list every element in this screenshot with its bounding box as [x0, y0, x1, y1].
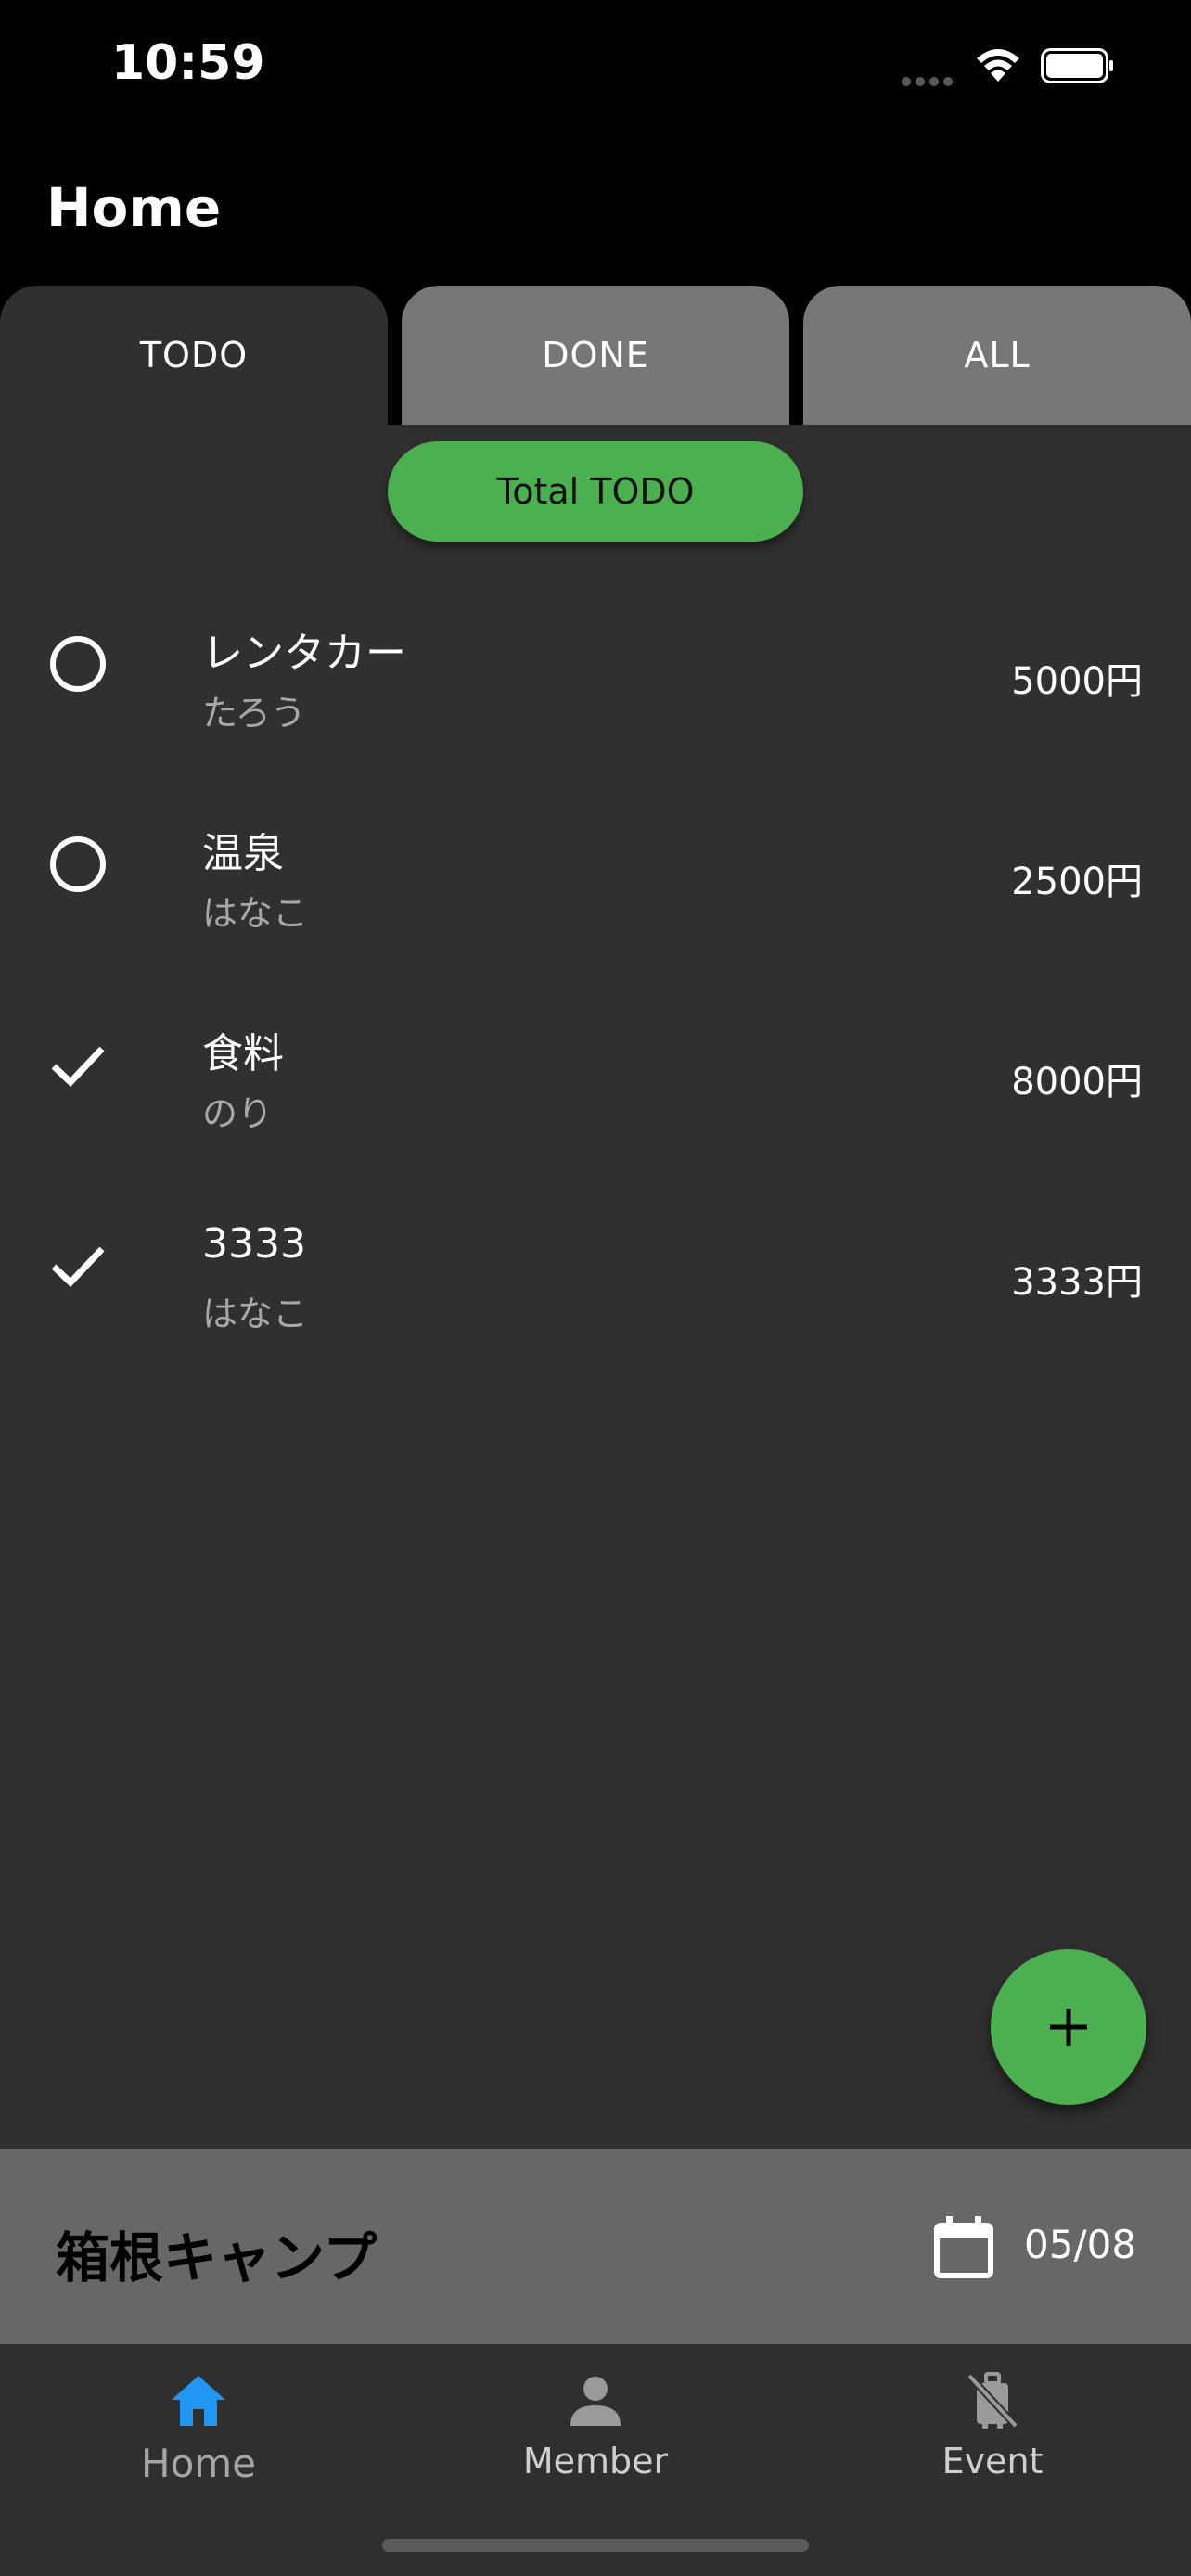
signal-icon: [902, 72, 957, 90]
list-item[interactable]: レンタカー たろう 5000円: [0, 584, 1191, 784]
nav-label: Member: [522, 2441, 669, 2481]
total-todo-button[interactable]: Total TODO: [388, 441, 803, 542]
list-item[interactable]: 3333 はなこ 3333円: [0, 1185, 1191, 1385]
circle-icon[interactable]: [48, 634, 108, 694]
calendar-icon[interactable]: [931, 2214, 996, 2279]
item-member: のり: [202, 1093, 274, 1134]
nav-event[interactable]: Event: [853, 2370, 1132, 2500]
wifi-icon: [977, 49, 1019, 82]
item-amount: 3333円: [1011, 1261, 1143, 1304]
tab-todo[interactable]: TODO: [0, 286, 388, 425]
list-item[interactable]: 温泉 はなこ 2500円: [0, 784, 1191, 985]
nav-label: Home: [140, 2441, 257, 2486]
tab-bar: TODO DONE ALL: [0, 286, 1191, 425]
event-date: 05/08: [1024, 2222, 1137, 2267]
item-title: 食料: [202, 1030, 284, 1078]
add-item-button[interactable]: [991, 1949, 1146, 2105]
item-member: たろう: [202, 693, 306, 733]
check-icon[interactable]: [48, 1235, 108, 1294]
list-item[interactable]: 食料 のり 8000円: [0, 985, 1191, 1185]
event-bar[interactable]: 箱根キャンプ 05/08: [0, 2149, 1191, 2344]
nav-home[interactable]: Home: [59, 2370, 338, 2500]
status-bar: 10:59: [0, 0, 1191, 130]
home-indicator[interactable]: [382, 2539, 809, 2552]
item-title: 温泉: [202, 830, 284, 877]
check-icon[interactable]: [48, 1035, 108, 1094]
luggage-off-icon: [967, 2372, 1018, 2429]
circle-icon[interactable]: [48, 835, 108, 894]
battery-icon: [1041, 48, 1113, 83]
page-title: Home: [46, 176, 222, 239]
person-icon: [570, 2377, 621, 2426]
item-amount: 8000円: [1011, 1061, 1143, 1103]
item-title: レンタカー: [202, 630, 406, 677]
item-title: 3333: [202, 1220, 306, 1268]
item-amount: 5000円: [1011, 660, 1143, 703]
todo-list-panel: Total TODO レンタカー たろう 5000円 温泉 はなこ 2500円 …: [0, 425, 1191, 2149]
app-bar: Home: [0, 130, 1191, 286]
home-icon: [172, 2376, 225, 2426]
tab-all[interactable]: ALL: [803, 286, 1191, 425]
status-time: 10:59: [111, 35, 265, 91]
item-member: はなこ: [202, 893, 309, 934]
item-amount: 2500円: [1011, 861, 1143, 903]
tab-done[interactable]: DONE: [402, 286, 789, 425]
nav-label: Event: [941, 2441, 1044, 2481]
plus-icon: [1050, 2009, 1087, 2046]
event-name: 箱根キャンプ: [56, 2226, 378, 2289]
item-member: はなこ: [202, 1294, 309, 1334]
nav-member[interactable]: Member: [456, 2370, 735, 2500]
